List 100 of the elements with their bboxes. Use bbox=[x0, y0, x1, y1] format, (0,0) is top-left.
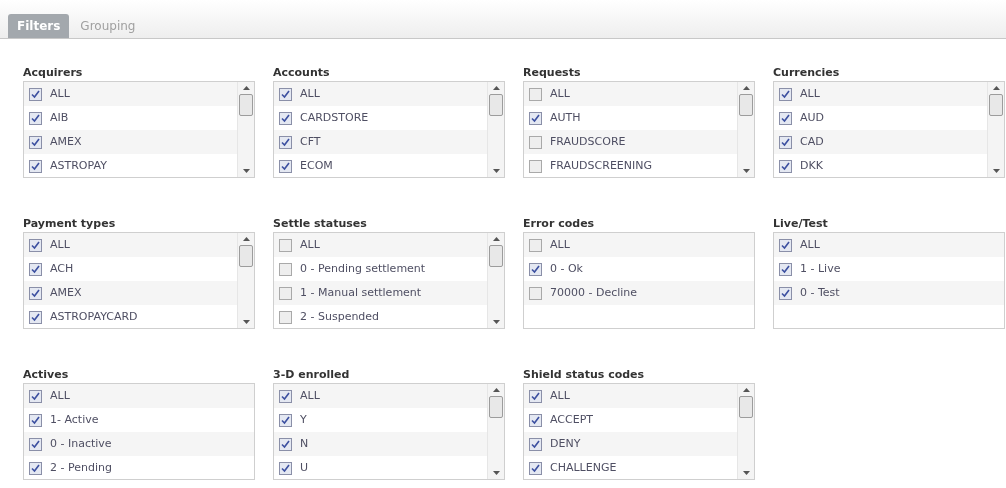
list-row[interactable]: ALL bbox=[524, 384, 737, 408]
checkbox[interactable] bbox=[279, 262, 292, 276]
list-row[interactable]: AMEX bbox=[24, 281, 237, 305]
checkbox[interactable] bbox=[29, 286, 42, 300]
checkbox[interactable] bbox=[279, 159, 292, 173]
checkbox[interactable] bbox=[279, 286, 292, 300]
checkbox[interactable] bbox=[29, 413, 42, 427]
scrollbar[interactable] bbox=[237, 233, 254, 328]
scroll-thumb[interactable] bbox=[739, 396, 753, 418]
scroll-down-icon[interactable] bbox=[492, 320, 500, 324]
list-row[interactable]: ALL bbox=[274, 384, 487, 408]
checkbox[interactable] bbox=[279, 310, 292, 324]
checkbox[interactable] bbox=[529, 159, 542, 173]
scroll-thumb[interactable] bbox=[489, 396, 503, 418]
checkbox[interactable] bbox=[29, 159, 42, 173]
list-row[interactable]: ALL bbox=[774, 82, 987, 106]
scrollbar[interactable] bbox=[737, 82, 754, 177]
list-row[interactable]: ALL bbox=[524, 233, 754, 257]
checkbox[interactable] bbox=[279, 389, 292, 403]
scroll-up-icon[interactable] bbox=[992, 86, 1000, 90]
checkbox[interactable] bbox=[279, 238, 292, 252]
checkbox[interactable] bbox=[29, 389, 42, 403]
checkbox[interactable] bbox=[29, 262, 42, 276]
scroll-thumb[interactable] bbox=[239, 245, 253, 267]
list-row[interactable]: ALL bbox=[24, 233, 237, 257]
checkbox[interactable] bbox=[29, 461, 42, 475]
checkbox[interactable] bbox=[29, 238, 42, 252]
checkbox[interactable] bbox=[779, 87, 792, 101]
scrollbar[interactable] bbox=[737, 384, 754, 479]
checkbox[interactable] bbox=[779, 262, 792, 276]
checkbox[interactable] bbox=[779, 286, 792, 300]
group-heading: Live/Test bbox=[773, 216, 829, 232]
scroll-up-icon[interactable] bbox=[242, 237, 250, 241]
checkbox[interactable] bbox=[529, 135, 542, 149]
checkbox[interactable] bbox=[779, 238, 792, 252]
scrollbar[interactable] bbox=[487, 384, 504, 479]
list-row[interactable]: 70000 - Decline bbox=[524, 281, 754, 305]
checkbox[interactable] bbox=[279, 135, 292, 149]
scroll-up-icon[interactable] bbox=[492, 86, 500, 90]
list-row[interactable]: ALL bbox=[24, 384, 254, 408]
checkbox[interactable] bbox=[279, 87, 292, 101]
scroll-down-icon[interactable] bbox=[242, 169, 250, 173]
list-row[interactable]: CAD bbox=[774, 130, 987, 154]
scroll-up-icon[interactable] bbox=[242, 86, 250, 90]
list-row[interactable]: 1 - Manual settlement bbox=[274, 281, 487, 305]
scroll-thumb[interactable] bbox=[739, 94, 753, 116]
checkbox[interactable] bbox=[779, 159, 792, 173]
scrollbar[interactable] bbox=[487, 82, 504, 177]
list-row[interactable]: DENY bbox=[524, 432, 737, 456]
checkbox[interactable] bbox=[529, 286, 542, 300]
checkbox[interactable] bbox=[529, 262, 542, 276]
checkbox[interactable] bbox=[279, 111, 292, 125]
scroll-up-icon[interactable] bbox=[742, 86, 750, 90]
scroll-down-icon[interactable] bbox=[742, 471, 750, 475]
checkbox[interactable] bbox=[279, 413, 292, 427]
list-row[interactable]: ALL bbox=[274, 82, 487, 106]
scrollbar[interactable] bbox=[237, 82, 254, 177]
list-row[interactable]: FRAUDSCORE bbox=[524, 130, 737, 154]
option-label: ACCEPT bbox=[550, 411, 593, 428]
scroll-thumb[interactable] bbox=[989, 94, 1003, 116]
scroll-up-icon[interactable] bbox=[492, 388, 500, 392]
option-label: ASTROPAY bbox=[50, 157, 107, 174]
list-row[interactable]: ALL bbox=[774, 233, 1004, 257]
option-label: CHALLENGE bbox=[550, 459, 617, 476]
scroll-down-icon[interactable] bbox=[242, 320, 250, 324]
checkbox[interactable] bbox=[29, 87, 42, 101]
scroll-down-icon[interactable] bbox=[492, 471, 500, 475]
scroll-down-icon[interactable] bbox=[742, 169, 750, 173]
list-row[interactable]: ALL bbox=[24, 82, 237, 106]
list-row[interactable]: ALL bbox=[274, 233, 487, 257]
scrollbar[interactable] bbox=[987, 82, 1004, 177]
checkbox[interactable] bbox=[29, 111, 42, 125]
scroll-down-icon[interactable] bbox=[992, 169, 1000, 173]
list-row[interactable]: CFT bbox=[274, 130, 487, 154]
scroll-up-icon[interactable] bbox=[742, 388, 750, 392]
checkbox[interactable] bbox=[529, 389, 542, 403]
scroll-thumb[interactable] bbox=[489, 245, 503, 267]
scroll-thumb[interactable] bbox=[489, 94, 503, 116]
scroll-down-icon[interactable] bbox=[492, 169, 500, 173]
list-row[interactable]: AMEX bbox=[24, 130, 237, 154]
checkbox[interactable] bbox=[529, 111, 542, 125]
list-row[interactable]: N bbox=[274, 432, 487, 456]
list-row[interactable]: ALL bbox=[524, 82, 737, 106]
checkbox[interactable] bbox=[279, 437, 292, 451]
scroll-up-icon[interactable] bbox=[492, 237, 500, 241]
scrollbar[interactable] bbox=[487, 233, 504, 328]
checkbox[interactable] bbox=[529, 413, 542, 427]
checkbox[interactable] bbox=[279, 461, 292, 475]
list-row[interactable]: 0 - Test bbox=[774, 281, 1004, 305]
list-row[interactable]: 0 - Inactive bbox=[24, 432, 254, 456]
checkbox[interactable] bbox=[529, 437, 542, 451]
scroll-thumb[interactable] bbox=[239, 94, 253, 116]
checkbox[interactable] bbox=[529, 87, 542, 101]
checkbox[interactable] bbox=[29, 310, 42, 324]
checkbox[interactable] bbox=[779, 111, 792, 125]
checkbox[interactable] bbox=[529, 461, 542, 475]
checkbox[interactable] bbox=[529, 238, 542, 252]
checkbox[interactable] bbox=[779, 135, 792, 149]
checkbox[interactable] bbox=[29, 135, 42, 149]
checkbox[interactable] bbox=[29, 437, 42, 451]
